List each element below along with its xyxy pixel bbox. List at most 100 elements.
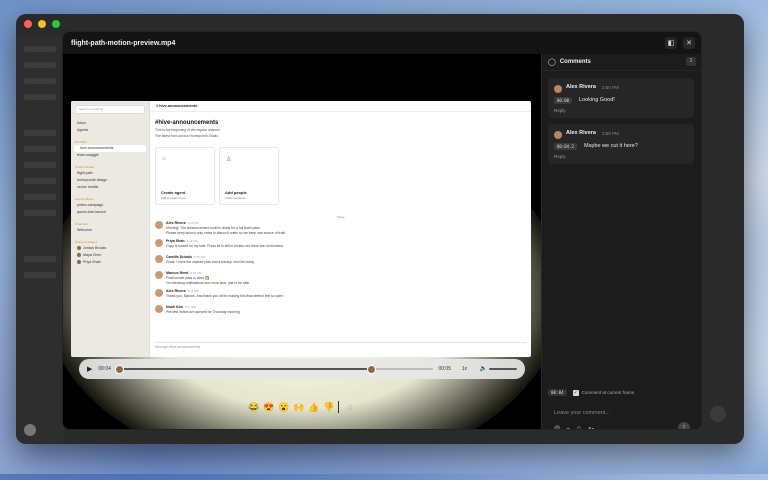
volume-slider[interactable] [489, 368, 517, 370]
duration: 00:05 [438, 366, 451, 372]
message-time: 9:10 AM [187, 221, 199, 225]
avatar [155, 221, 163, 229]
comment-timestamp[interactable]: 00:00 [554, 97, 573, 104]
comment-card[interactable]: Alex Rivera 3:50 PM 00:00 Looking Good! … [548, 78, 694, 118]
message-text: I'm checking notifications one more time… [166, 281, 251, 285]
card-desc: Add an agent here [161, 196, 186, 200]
comment-tools: @ ⌀ ☺ Aa [554, 426, 594, 429]
modal-header: flight-path-motion-preview.mp4 ◧ ✕ [63, 32, 701, 54]
send-button[interactable]: ↑ [678, 422, 690, 429]
avatar [155, 305, 163, 313]
toggle-panel-button[interactable]: ◧ [665, 37, 677, 49]
reply-button[interactable]: Reply [554, 154, 566, 159]
video-card: ♙ Add people Invite members [219, 147, 279, 205]
close-window-button[interactable] [24, 20, 32, 28]
message-text: Please keep launch-only notes in #launch… [166, 231, 287, 235]
card-title: Add people [225, 190, 247, 195]
comment-author: Alex Rivera [566, 130, 596, 136]
video-channel-top: # hive-announcements [150, 101, 531, 112]
avatar [77, 253, 81, 258]
card-title: Create agent [161, 190, 186, 195]
video-message: Alex Rivera 9:21 AM Thank you, Marcus. An… [155, 289, 526, 301]
message-text: Final smoke pass is clear ✅ [166, 276, 210, 280]
playback-speed-button[interactable]: 1x [462, 366, 467, 372]
reaction-thumbs-down[interactable]: 👎 [323, 402, 335, 413]
mention-icon[interactable]: @ [554, 426, 560, 429]
divider [338, 401, 339, 413]
video-controls: ▶ 00:04 00:05 1x 🔈 [79, 359, 525, 379]
comment-timestamp[interactable]: 00:04.2 [554, 143, 577, 150]
video-channel-heading: #hive-announcements [155, 120, 219, 126]
zoom-window-button[interactable] [52, 20, 60, 28]
video-card: ⌂ Create agent Add an agent here [155, 147, 215, 205]
comment-author: Alex Rivera [566, 84, 596, 90]
reaction-raised-hands[interactable]: 🙌 [293, 402, 305, 413]
message-time: 9:18 AM [190, 271, 202, 275]
video-sidebar-item: queen-bee-launch [77, 210, 106, 214]
format-text-icon[interactable]: Aa [588, 426, 594, 429]
avatar [77, 260, 81, 265]
close-icon: ✕ [686, 40, 692, 47]
video-sidebar-item: Agents [77, 128, 89, 132]
video-message: Camille Dubois 9:15 AM Great. I have the … [155, 255, 526, 267]
card-desc: Invite members [225, 196, 246, 200]
frame-checkbox[interactable]: ✓ [572, 389, 579, 396]
add-reaction-icon[interactable]: ☺ [344, 403, 356, 412]
frame-comment-option: 00:04 ✓ Comment at current frame [548, 389, 634, 396]
message-text: Preview invites are queued for Thursday … [166, 310, 240, 314]
video-search: Search everything [75, 105, 145, 114]
message-author: Priya Shah [166, 239, 185, 243]
attach-icon[interactable]: ⌀ [566, 426, 570, 429]
close-modal-button[interactable]: ✕ [683, 37, 695, 49]
message-text: Morning! The announcement build is ready… [166, 226, 261, 230]
video-preview-modal: flight-path-motion-preview.mp4 ◧ ✕ Searc… [62, 31, 702, 430]
message-author: Marcus Reed [166, 271, 189, 275]
avatar [155, 271, 163, 279]
date-divider: Today [336, 215, 345, 219]
reaction-laugh[interactable]: 😂 [248, 402, 260, 413]
video-frame: Search everything Inbox Agents For Marc … [71, 101, 531, 357]
comment-text: Maybe we cut it here? [584, 143, 638, 149]
video-channel: # hive-announcements #hive-announcements… [150, 101, 531, 357]
video-sidebar-item: Inbox [77, 121, 86, 125]
reaction-thumbs-up[interactable]: 👍 [308, 402, 320, 413]
video-sidebar-dm: Jordan Brooks [71, 245, 149, 252]
reply-button[interactable]: Reply [554, 108, 566, 113]
video-messages: Alex Rivera 9:10 AM Morning! The announce… [155, 221, 526, 321]
video-player[interactable]: Search everything Inbox Agents For Marc … [63, 54, 541, 429]
emoji-icon[interactable]: ☺ [576, 426, 582, 429]
background-action-button[interactable] [710, 406, 726, 422]
comments-count: 2 [686, 57, 696, 66]
video-composer: Message #hive-announcements [155, 342, 526, 351]
message-author: Noah Kim [166, 305, 183, 309]
avatar [155, 289, 163, 297]
volume-icon[interactable]: 🔈 [480, 365, 487, 372]
comment-marker[interactable] [115, 365, 124, 374]
play-button[interactable]: ▶ [87, 365, 92, 373]
comment-marker[interactable] [366, 365, 376, 374]
comment-time: 3:50 PM [602, 85, 619, 90]
comment-input[interactable]: Leave your comment... @ ⌀ ☺ Aa ↑ [548, 402, 694, 429]
reaction-bar: 😂 😍 😮 🙌 👍 👎 ☺ [248, 401, 356, 413]
avatar [155, 255, 163, 263]
agent-icon: ⌂ [162, 156, 166, 162]
message-author: Alex Rivera [166, 221, 186, 225]
current-time: 00:04 [98, 366, 111, 372]
avatar [554, 85, 562, 93]
message-time: 9:12 AM [186, 239, 198, 243]
comments-title: Comments [559, 59, 591, 65]
comment-card[interactable]: Alex Rivera 3:50 PM 00:04.2 Maybe we cut… [548, 124, 694, 164]
message-text: Thank you, Marcus. And thank you all for… [166, 294, 284, 298]
reaction-heart-eyes[interactable]: 😍 [263, 402, 275, 413]
video-sidebar-item: team-snaggle [77, 153, 99, 157]
video-message: Noah Kim 9:27 AM Preview invites are queu… [155, 305, 526, 317]
seek-bar[interactable] [115, 365, 433, 374]
user-avatar[interactable] [24, 424, 36, 436]
message-text: Great. I have the capture plan and a bac… [166, 260, 255, 264]
minimize-window-button[interactable] [38, 20, 46, 28]
avatar [155, 239, 163, 247]
comment-time: 3:50 PM [602, 131, 619, 136]
reaction-wow[interactable]: 😮 [278, 402, 290, 413]
video-sidebar-item: honeycomb design [77, 178, 108, 182]
video-sidebar-dm: Maya Chen [71, 252, 149, 259]
